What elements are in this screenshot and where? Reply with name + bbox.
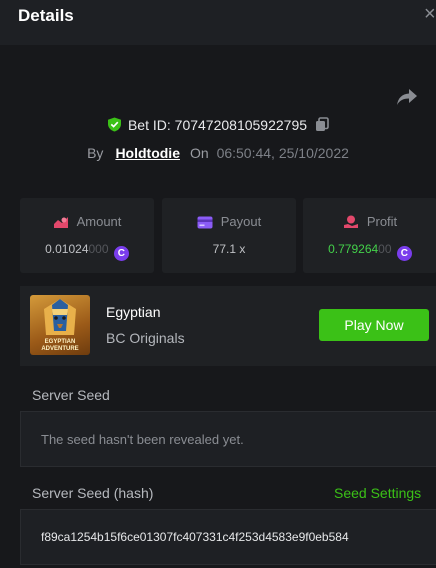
profit-value-main: 0.779264 bbox=[328, 242, 379, 256]
coin-icon: C bbox=[396, 246, 412, 261]
page-title: Details bbox=[18, 6, 74, 25]
amount-icon bbox=[53, 217, 68, 228]
game-thumbnail-title: EGYPTIAN ADVENTURE bbox=[41, 339, 79, 352]
coin-icon: C bbox=[113, 246, 129, 261]
verified-shield-icon bbox=[107, 117, 121, 132]
payout-label-row: Payout bbox=[162, 214, 296, 229]
share-icon[interactable] bbox=[396, 87, 418, 107]
profit-icon bbox=[343, 215, 358, 228]
bet-id-row: Bet ID: 70747208105922795 bbox=[0, 117, 436, 133]
payout-icon bbox=[197, 216, 213, 229]
amount-value-main: 0.01024 bbox=[45, 242, 89, 256]
amount-label-row: Amount bbox=[20, 214, 154, 229]
payout-label: Payout bbox=[220, 214, 262, 229]
profit-value: 0.77926400 C bbox=[303, 242, 436, 261]
copy-icon[interactable] bbox=[315, 117, 329, 132]
on-label: On bbox=[189, 145, 209, 161]
game-provider: BC Originals bbox=[106, 330, 185, 346]
profit-label: Profit bbox=[366, 214, 398, 229]
server-seed-hash-label: Server Seed (hash) bbox=[32, 485, 154, 501]
server-seed-hash-box[interactable]: f89ca1254b15f6ce01307fc407331c4f253d4583… bbox=[20, 509, 436, 565]
game-name: Egyptian bbox=[106, 304, 161, 320]
game-thumbnail[interactable]: EGYPTIAN ADVENTURE bbox=[30, 295, 90, 355]
bet-meta-row: By Holdtodie On 06:50:44, 25/10/2022 bbox=[0, 145, 436, 161]
payout-value: 77.1 x bbox=[212, 242, 246, 256]
seed-settings-link[interactable]: Seed Settings bbox=[334, 485, 421, 501]
by-label: By bbox=[87, 145, 104, 161]
profit-label-row: Profit bbox=[303, 214, 436, 229]
bet-id-text: Bet ID: 70747208105922795 bbox=[127, 117, 308, 133]
amount-value-trailing: 000 bbox=[88, 242, 109, 256]
game-card: EGYPTIAN ADVENTURE Egyptian BC Originals… bbox=[20, 286, 436, 366]
amount-stat-card: Amount 0.01024000 C bbox=[20, 198, 154, 273]
amount-label: Amount bbox=[76, 214, 122, 229]
bettor-username-link[interactable]: Holdtodie bbox=[115, 145, 180, 161]
server-seed-box: The seed hasn't been revealed yet. bbox=[20, 411, 436, 467]
details-header: Details × bbox=[0, 0, 436, 45]
close-icon[interactable]: × bbox=[424, 4, 436, 24]
profit-value-trailing: 00 bbox=[378, 242, 392, 256]
amount-value: 0.01024000 C bbox=[20, 242, 154, 261]
server-seed-hash-value[interactable]: f89ca1254b15f6ce01307fc407331c4f253d4583… bbox=[41, 530, 349, 544]
server-seed-value: The seed hasn't been revealed yet. bbox=[41, 432, 244, 447]
server-seed-label: Server Seed bbox=[32, 387, 110, 403]
profit-stat-card: Profit 0.77926400 C bbox=[303, 198, 436, 273]
bet-timestamp: 06:50:44, 25/10/2022 bbox=[216, 145, 349, 161]
play-now-button[interactable]: Play Now bbox=[319, 309, 429, 341]
pharaoh-mask-icon bbox=[44, 299, 76, 335]
payout-stat-card: Payout 77.1 x bbox=[162, 198, 296, 273]
